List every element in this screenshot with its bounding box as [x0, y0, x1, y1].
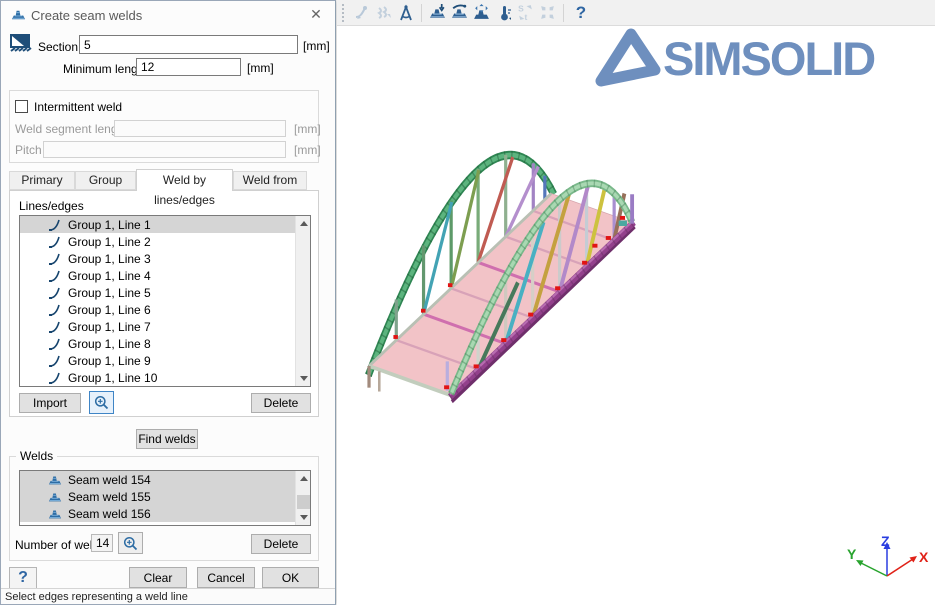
- move-weld-icon[interactable]: [471, 2, 492, 23]
- list-item[interactable]: Seam weld 155: [20, 488, 310, 505]
- magnifier-icon: [123, 536, 138, 551]
- toolbar-help-icon[interactable]: ?: [569, 3, 593, 23]
- list-item[interactable]: Group 1, Line 1: [20, 216, 310, 233]
- spot-to-seam-icon-disabled: St: [515, 2, 536, 23]
- scroll-up-icon[interactable]: [296, 471, 311, 486]
- simsolid-logo-text: SIMSOLID: [663, 31, 874, 86]
- axis-y-label: Y: [847, 546, 857, 562]
- seam-weld-by-line-icon[interactable]: [449, 2, 470, 23]
- tab-weld-from-solid[interactable]: Weld from solid: [233, 171, 307, 190]
- lines-edges-label: Lines/edges: [19, 199, 84, 213]
- toolbar-grip[interactable]: [342, 4, 347, 22]
- dialog-titlebar[interactable]: Create seam welds ✕: [1, 1, 335, 28]
- list-item[interactable]: Group 1, Line 5: [20, 284, 310, 301]
- close-icon[interactable]: ✕: [307, 6, 325, 23]
- section-size-unit: [mm]: [303, 39, 330, 53]
- pitch-input: [43, 141, 286, 158]
- pick-weld-tool-icon-disabled: [351, 2, 372, 23]
- list-item[interactable]: Group 1, Line 8: [20, 335, 310, 352]
- list-item[interactable]: Seam weld 156: [20, 505, 310, 522]
- lines-list-scrollbar[interactable]: [295, 216, 310, 386]
- clear-button[interactable]: Clear: [129, 567, 187, 588]
- axis-z-label: Z: [881, 533, 890, 549]
- scroll-down-icon[interactable]: [296, 510, 311, 525]
- status-bar: Select edges representing a weld line: [1, 588, 335, 604]
- lines-delete-button[interactable]: Delete: [251, 393, 311, 413]
- simsolid-triangle-icon: [595, 27, 661, 89]
- section-size-icon: [9, 33, 33, 57]
- thermal-weld-icon[interactable]: [493, 2, 514, 23]
- 3d-viewport[interactable]: St ? SIMSOLID: [337, 0, 935, 605]
- line-icon: [48, 303, 62, 317]
- list-item[interactable]: Group 1, Line 10: [20, 369, 310, 386]
- intermittent-label: Intermittent weld: [34, 100, 122, 114]
- tab-group-weld[interactable]: Group weld: [75, 171, 136, 190]
- line-icon: [48, 218, 62, 232]
- ok-button[interactable]: OK: [262, 567, 319, 588]
- pitch-label: Pitch: [15, 143, 42, 157]
- list-item[interactable]: Seam weld 154: [20, 471, 310, 488]
- welds-list[interactable]: Seam weld 154 Seam weld 155 Seam weld 15…: [19, 470, 311, 526]
- svg-text:S: S: [518, 3, 524, 13]
- import-welds-icon[interactable]: [427, 2, 448, 23]
- spring-tool-icon-disabled: [373, 2, 394, 23]
- welds-list-scrollbar[interactable]: [295, 471, 310, 525]
- list-item[interactable]: Group 1, Line 3: [20, 250, 310, 267]
- scroll-down-icon[interactable]: [296, 371, 311, 386]
- measure-compass-icon[interactable]: [395, 2, 416, 23]
- tab-primary-weld[interactable]: Primary weld: [9, 171, 75, 190]
- axis-x-label: X: [919, 549, 929, 565]
- scrollbar-thumb[interactable]: [297, 495, 310, 509]
- list-item[interactable]: Group 1, Line 6: [20, 301, 310, 318]
- seam-weld-icon: [48, 490, 62, 504]
- find-welds-button[interactable]: Find welds: [136, 429, 198, 449]
- line-icon: [48, 337, 62, 351]
- create-seam-welds-dialog: Create seam welds ✕ Section size [mm] Mi…: [0, 0, 336, 605]
- line-icon: [48, 269, 62, 283]
- toolbar-separator: [563, 4, 564, 22]
- welds-delete-button[interactable]: Delete: [251, 534, 311, 554]
- toolbar-separator: [421, 4, 422, 22]
- scroll-up-icon[interactable]: [296, 216, 311, 231]
- import-button[interactable]: Import: [19, 393, 81, 413]
- list-item[interactable]: Group 1, Line 7: [20, 318, 310, 335]
- line-icon: [48, 320, 62, 334]
- line-icon: [48, 235, 62, 249]
- section-size-input[interactable]: [79, 35, 298, 54]
- seam-weld-icon: [11, 7, 26, 22]
- line-icon: [48, 371, 62, 385]
- lines-edges-list[interactable]: Group 1, Line 1 Group 1, Line 2 Group 1,…: [19, 215, 311, 387]
- segment-length-input: [114, 120, 286, 137]
- list-item[interactable]: Group 1, Line 2: [20, 233, 310, 250]
- intermittent-checkbox[interactable]: [15, 100, 28, 113]
- minimum-length-label: Minimum length: [63, 62, 148, 76]
- seam-weld-icon: [48, 473, 62, 487]
- number-of-welds-value: 14: [91, 534, 113, 552]
- cancel-button[interactable]: Cancel: [197, 567, 255, 588]
- line-icon: [48, 252, 62, 266]
- pitch-unit: [mm]: [294, 143, 321, 157]
- line-icon: [48, 354, 62, 368]
- simsolid-logo: SIMSOLID: [595, 27, 874, 89]
- seam-weld-icon: [48, 507, 62, 521]
- magnifier-icon: [94, 395, 109, 410]
- minimum-length-unit: [mm]: [247, 61, 274, 75]
- help-button[interactable]: ?: [9, 567, 37, 589]
- list-item[interactable]: Group 1, Line 9: [20, 352, 310, 369]
- welds-group-label: Welds: [16, 449, 57, 463]
- zoom-to-welds-button[interactable]: [118, 532, 143, 554]
- toolbar: St ?: [337, 0, 935, 26]
- axis-triad: Z X Y: [845, 532, 935, 602]
- tab-weld-by-lines-edges[interactable]: Weld by lines/edges: [136, 169, 233, 191]
- line-icon: [48, 286, 62, 300]
- minimum-length-input[interactable]: [136, 58, 241, 76]
- bridge-model[interactable]: [335, 120, 935, 530]
- zoom-to-selection-button[interactable]: [89, 391, 114, 414]
- collapse-arrows-icon-disabled: [537, 2, 558, 23]
- dialog-title: Create seam welds: [31, 8, 142, 23]
- svg-text:t: t: [524, 12, 527, 22]
- list-item[interactable]: Group 1, Line 4: [20, 267, 310, 284]
- segment-length-label: Weld segment length: [15, 122, 128, 136]
- segment-length-unit: [mm]: [294, 122, 321, 136]
